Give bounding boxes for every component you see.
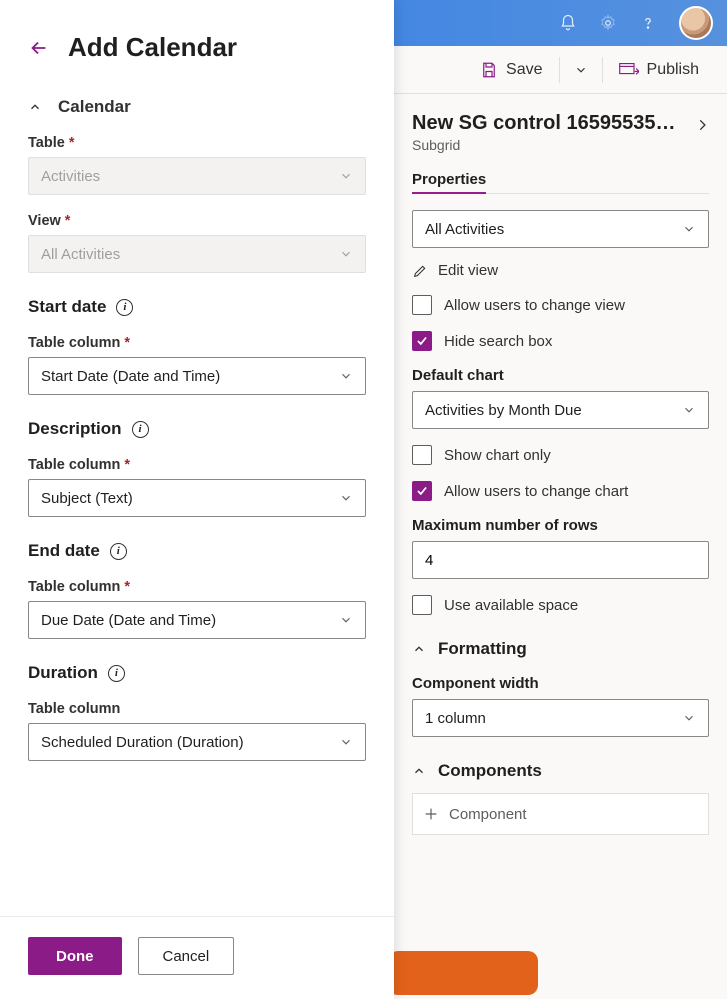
start-date-heading: Start date i (28, 297, 366, 317)
annotation-highlight (394, 951, 538, 995)
max-rows-input[interactable] (412, 541, 709, 579)
end-date-column-label: Table column (28, 579, 366, 595)
chevron-down-icon (339, 369, 353, 383)
allow-change-view-checkbox[interactable] (412, 295, 432, 315)
chevron-up-icon (412, 764, 426, 778)
end-date-heading: End date i (28, 541, 366, 561)
hide-search-checkbox[interactable] (412, 331, 432, 351)
component-width-select[interactable]: 1 column (412, 699, 709, 737)
table-label: Table (28, 135, 366, 151)
save-icon (480, 61, 498, 79)
edit-view-label: Edit view (438, 262, 498, 279)
chevron-down-icon (682, 403, 696, 417)
view-select[interactable]: All Activities (412, 210, 709, 248)
allow-change-view-label: Allow users to change view (444, 297, 625, 314)
default-chart-label: Default chart (412, 367, 504, 384)
description-column-select[interactable]: Subject (Text) (28, 479, 366, 517)
publish-label: Publish (647, 61, 699, 79)
duration-column-value: Scheduled Duration (Duration) (41, 734, 244, 751)
panel-title: New SG control 1659553591… (412, 112, 682, 135)
start-date-column-label: Table column (28, 335, 366, 351)
chevron-down-icon (339, 613, 353, 627)
description-heading: Description i (28, 419, 366, 439)
view-label: View (28, 213, 366, 229)
view-select-disabled: All Activities (28, 235, 366, 273)
component-width-label: Component width (412, 675, 539, 692)
duration-column-label: Table column (28, 701, 366, 717)
end-date-column-value: Due Date (Date and Time) (41, 612, 216, 629)
duration-heading: Duration i (28, 663, 366, 683)
pencil-icon (412, 263, 428, 279)
show-chart-only-label: Show chart only (444, 447, 551, 464)
plus-icon (423, 806, 439, 822)
default-chart-select[interactable]: Activities by Month Due (412, 391, 709, 429)
separator (602, 57, 603, 83)
end-date-column-select[interactable]: Due Date (Date and Time) (28, 601, 366, 639)
view-select-value: All Activities (425, 221, 504, 238)
edit-view-link[interactable]: Edit view (412, 262, 709, 279)
view-value: All Activities (41, 246, 120, 263)
settings-icon[interactable] (599, 14, 617, 32)
properties-tab[interactable]: Properties (412, 171, 486, 194)
separator (559, 57, 560, 83)
flyout-title: Add Calendar (68, 32, 237, 63)
chevron-up-icon (412, 642, 426, 656)
add-component-label: Component (449, 806, 527, 823)
default-chart-value: Activities by Month Due (425, 402, 582, 419)
save-label: Save (506, 61, 542, 79)
panel-subtitle: Subgrid (412, 137, 682, 153)
info-icon[interactable]: i (132, 421, 149, 438)
component-width-value: 1 column (425, 710, 486, 727)
add-calendar-flyout: Add Calendar Calendar Table Activities V… (0, 0, 394, 999)
properties-panel: New SG control 1659553591… Subgrid Prope… (394, 94, 727, 999)
chevron-down-icon (682, 222, 696, 236)
help-icon[interactable] (639, 14, 657, 32)
chevron-down-icon (682, 711, 696, 725)
chevron-up-icon (28, 100, 42, 114)
duration-column-select[interactable]: Scheduled Duration (Duration) (28, 723, 366, 761)
use-available-space-label: Use available space (444, 597, 578, 614)
chevron-down-icon (339, 247, 353, 261)
use-available-space-checkbox[interactable] (412, 595, 432, 615)
back-button[interactable] (28, 37, 50, 59)
chevron-down-icon (339, 735, 353, 749)
table-value: Activities (41, 168, 100, 185)
calendar-section-header[interactable]: Calendar (28, 97, 366, 117)
save-dropdown[interactable] (566, 57, 596, 83)
notification-icon[interactable] (559, 14, 577, 32)
hide-search-label: Hide search box (444, 333, 552, 350)
formatting-section-header[interactable]: Formatting (412, 639, 709, 659)
description-column-value: Subject (Text) (41, 490, 133, 507)
components-section-header[interactable]: Components (412, 761, 709, 781)
info-icon[interactable]: i (116, 299, 133, 316)
save-button[interactable]: Save (470, 55, 552, 85)
table-select: Activities (28, 157, 366, 195)
start-date-column-select[interactable]: Start Date (Date and Time) (28, 357, 366, 395)
description-column-label: Table column (28, 457, 366, 473)
info-icon[interactable]: i (108, 665, 125, 682)
chevron-down-icon (339, 169, 353, 183)
publish-icon (619, 62, 639, 78)
command-bar: Save Publish (394, 46, 727, 94)
allow-change-chart-checkbox[interactable] (412, 481, 432, 501)
allow-change-chart-label: Allow users to change chart (444, 483, 628, 500)
info-icon[interactable]: i (110, 543, 127, 560)
max-rows-label: Maximum number of rows (412, 517, 598, 534)
add-component-button[interactable]: Component (412, 793, 709, 835)
expand-panel-button[interactable] (695, 112, 709, 134)
done-button[interactable]: Done (28, 937, 122, 975)
user-avatar[interactable] (679, 6, 713, 40)
cancel-button[interactable]: Cancel (138, 937, 235, 975)
start-date-column-value: Start Date (Date and Time) (41, 368, 220, 385)
chevron-down-icon (339, 491, 353, 505)
publish-button[interactable]: Publish (609, 55, 709, 85)
show-chart-only-checkbox[interactable] (412, 445, 432, 465)
flyout-footer: Done Cancel (0, 916, 394, 999)
